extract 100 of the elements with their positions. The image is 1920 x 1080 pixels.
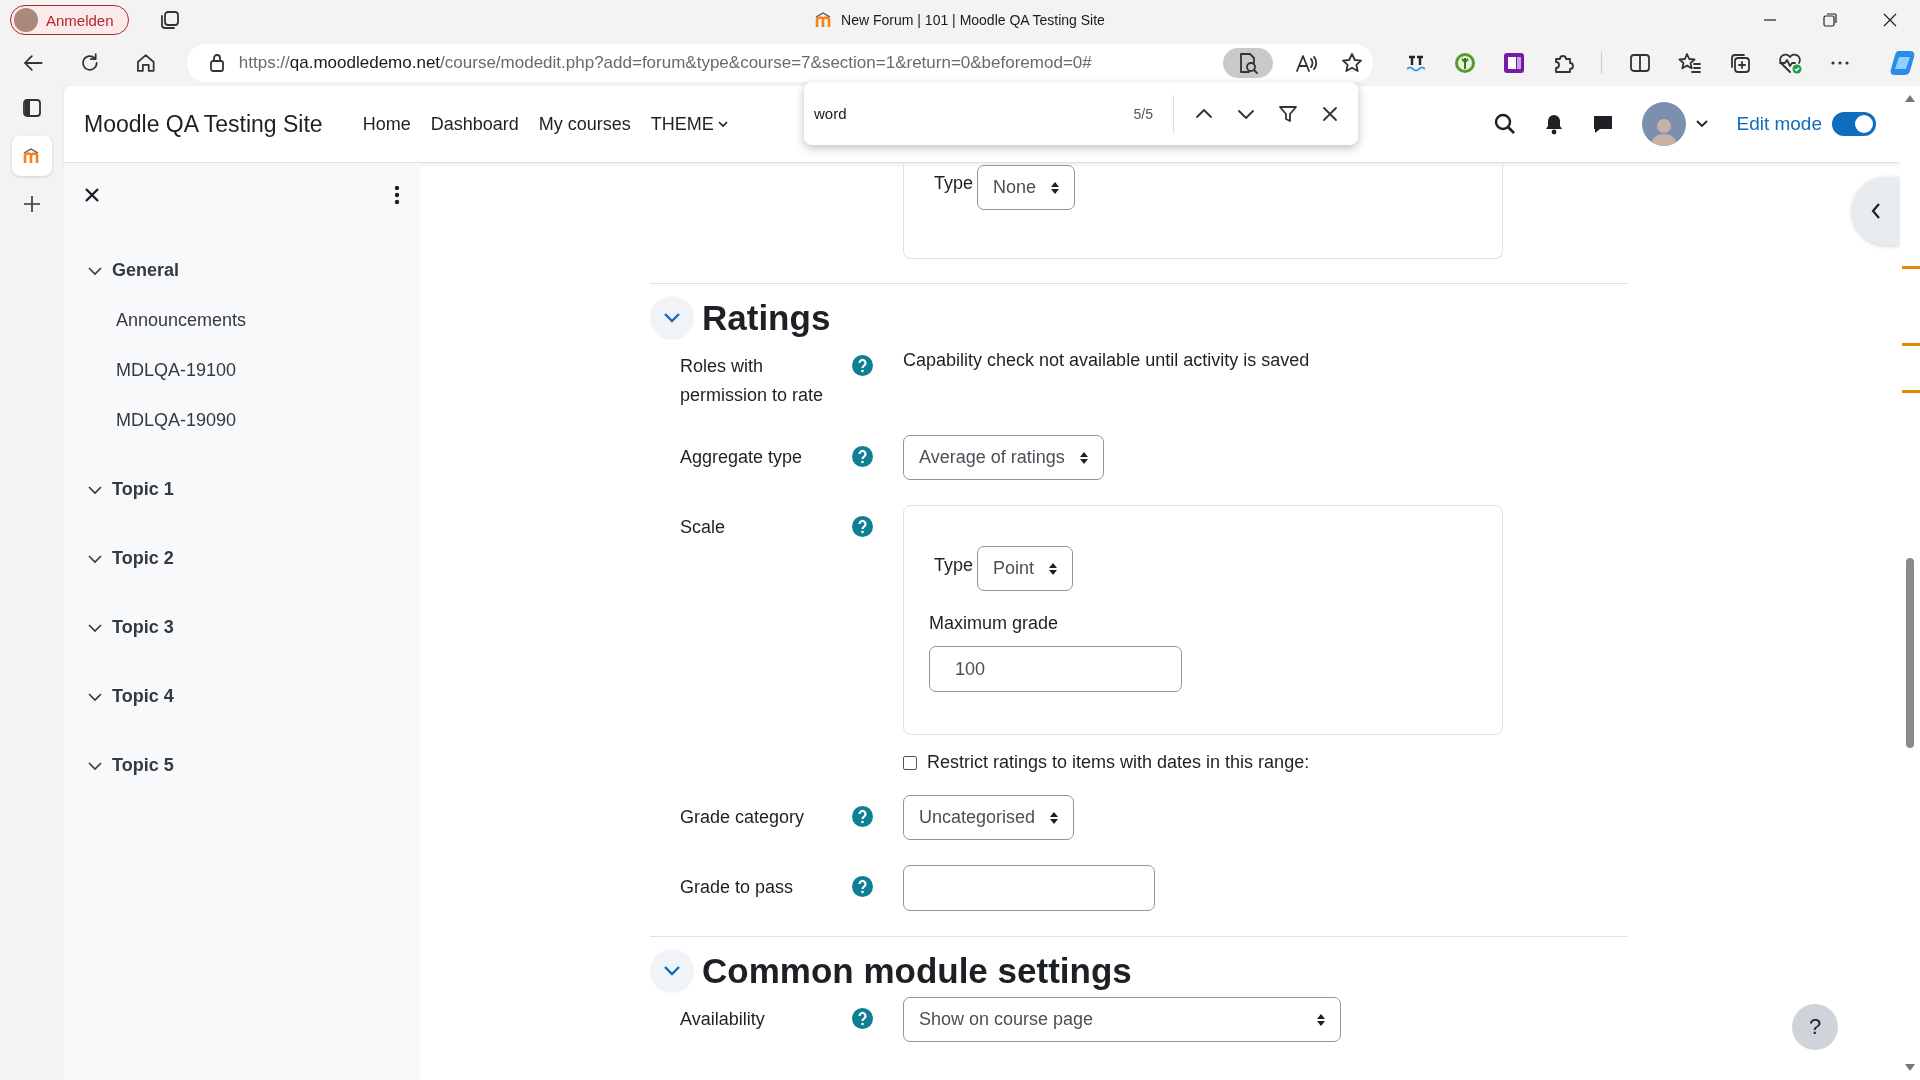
help-icon[interactable] xyxy=(852,516,873,537)
collapse-button[interactable] xyxy=(650,949,694,993)
sidebar-icon[interactable] xyxy=(22,98,42,118)
restore-icon[interactable] xyxy=(1823,13,1837,27)
chat-icon[interactable] xyxy=(1592,114,1615,134)
help-icon[interactable] xyxy=(852,1008,873,1029)
sort-arrows-icon xyxy=(1316,1012,1326,1027)
field-label: Type xyxy=(934,173,974,194)
notebook-icon[interactable] xyxy=(1503,52,1525,74)
plus-icon[interactable] xyxy=(22,194,42,214)
collapse-button[interactable] xyxy=(650,296,694,340)
section-title[interactable]: Topic 2 xyxy=(112,548,174,569)
browser-tab[interactable] xyxy=(12,136,52,176)
chevron-icon[interactable] xyxy=(88,484,102,495)
nav-link[interactable]: Home xyxy=(362,113,411,135)
back-icon[interactable] xyxy=(22,53,44,73)
chevron-icon[interactable] xyxy=(88,760,102,771)
input-field[interactable] xyxy=(903,865,1155,911)
split-screen-icon[interactable] xyxy=(1629,52,1651,74)
home-icon[interactable] xyxy=(135,52,157,74)
search-icon[interactable] xyxy=(1494,113,1517,135)
input-field[interactable]: 100 xyxy=(929,646,1182,692)
select-field[interactable]: Point xyxy=(977,546,1074,591)
field-label: Maximum grade xyxy=(929,613,1060,634)
select-field[interactable]: Uncategorised xyxy=(903,795,1075,840)
find-on-page-icon[interactable] xyxy=(1237,52,1259,74)
read-aloud-icon[interactable] xyxy=(1295,52,1319,74)
caret-icon xyxy=(717,120,728,128)
close-icon[interactable] xyxy=(84,187,100,203)
find-marker xyxy=(1902,266,1920,269)
lock-icon xyxy=(208,53,225,73)
leaf-icon[interactable] xyxy=(1454,52,1476,74)
chevron-icon[interactable] xyxy=(88,553,102,564)
section-title[interactable]: Topic 1 xyxy=(112,479,174,500)
help-icon[interactable] xyxy=(852,876,873,897)
select-field[interactable]: Show on course page xyxy=(903,997,1341,1042)
tabs-icon[interactable] xyxy=(158,10,181,30)
course-index-item[interactable]: MDLQA-19100 xyxy=(84,345,400,395)
chevron-icon[interactable] xyxy=(88,622,102,633)
section-title[interactable]: General xyxy=(112,260,180,281)
find-marker xyxy=(1902,390,1920,393)
chevron-icon xyxy=(663,312,681,324)
section-heading: Ratings xyxy=(702,298,831,338)
scroll-thumb[interactable] xyxy=(1906,558,1914,748)
caret-icon[interactable] xyxy=(1696,120,1709,128)
section-title[interactable]: Topic 3 xyxy=(112,617,174,638)
section-title[interactable]: Topic 4 xyxy=(112,686,174,707)
chevron-icon[interactable] xyxy=(88,265,102,276)
filter-icon[interactable] xyxy=(1278,103,1298,124)
help-icon[interactable] xyxy=(852,806,873,827)
moodle-logo-icon xyxy=(23,148,41,164)
kebab-menu-icon[interactable] xyxy=(394,185,400,205)
field-label: Type xyxy=(934,555,974,576)
field-label: Grade to pass xyxy=(680,876,795,899)
field-label: Grade category xyxy=(680,806,806,829)
field-label: Scale xyxy=(680,516,727,539)
close-icon[interactable] xyxy=(1883,13,1897,27)
checkbox[interactable] xyxy=(903,755,917,770)
scroll-down-icon[interactable] xyxy=(1905,1064,1915,1072)
star-icon[interactable] xyxy=(1341,52,1363,74)
match-count: 5/5 xyxy=(1133,105,1153,122)
find-marker xyxy=(1902,343,1920,346)
health-icon[interactable] xyxy=(1778,52,1802,74)
tab-title: New Forum | 101 | Moodle QA Testing Site xyxy=(841,12,1105,28)
profile-button[interactable]: Anmelden xyxy=(10,5,129,35)
chevron-icon xyxy=(663,965,681,977)
select-field[interactable]: Average of ratings xyxy=(903,435,1104,480)
field-label: Aggregate type xyxy=(680,446,804,469)
puzzle-icon[interactable] xyxy=(1552,52,1574,74)
nav-link[interactable]: Dashboard xyxy=(430,113,519,135)
help-icon[interactable] xyxy=(852,355,873,376)
scroll-up-icon[interactable] xyxy=(1905,94,1915,102)
scrollbar[interactable] xyxy=(1900,86,1920,1080)
help-button[interactable]: ? xyxy=(1792,1004,1838,1050)
edit-mode-toggle[interactable] xyxy=(1832,112,1876,136)
sort-arrows-icon xyxy=(1049,810,1060,825)
sort-arrows-icon xyxy=(1078,450,1089,465)
section-title[interactable]: Topic 5 xyxy=(112,755,174,776)
chevron-icon[interactable] xyxy=(88,691,102,702)
checkbox-label: Restrict ratings to items with dates in this range: xyxy=(927,752,1310,773)
course-index-item[interactable]: MDLQA-19090 xyxy=(84,395,400,445)
select-field[interactable]: None xyxy=(977,165,1076,210)
site-name[interactable]: Moodle QA Testing Site xyxy=(84,110,323,138)
course-index-item[interactable]: Announcements xyxy=(84,295,400,345)
sort-arrows-icon xyxy=(1050,180,1061,195)
nav-link[interactable]: My courses xyxy=(538,113,631,135)
drawer-toggle-button[interactable] xyxy=(1852,177,1900,245)
squiggle-icon[interactable] xyxy=(1405,53,1427,73)
help-icon[interactable] xyxy=(852,446,873,467)
collections-icon[interactable] xyxy=(1729,52,1751,74)
sort-arrows-icon xyxy=(1048,561,1059,576)
field-label: Availability xyxy=(680,1008,766,1031)
section-heading: Common module settings xyxy=(702,951,1132,991)
chevron-left-icon xyxy=(1871,203,1881,219)
favorites-icon[interactable] xyxy=(1678,52,1702,74)
edit-mode-label: Edit mode xyxy=(1736,113,1822,135)
avatar-icon[interactable] xyxy=(1642,102,1687,146)
find-field[interactable]: word xyxy=(814,105,1124,122)
nav-link[interactable]: THEME xyxy=(650,113,728,135)
bell-icon[interactable] xyxy=(1544,113,1565,135)
